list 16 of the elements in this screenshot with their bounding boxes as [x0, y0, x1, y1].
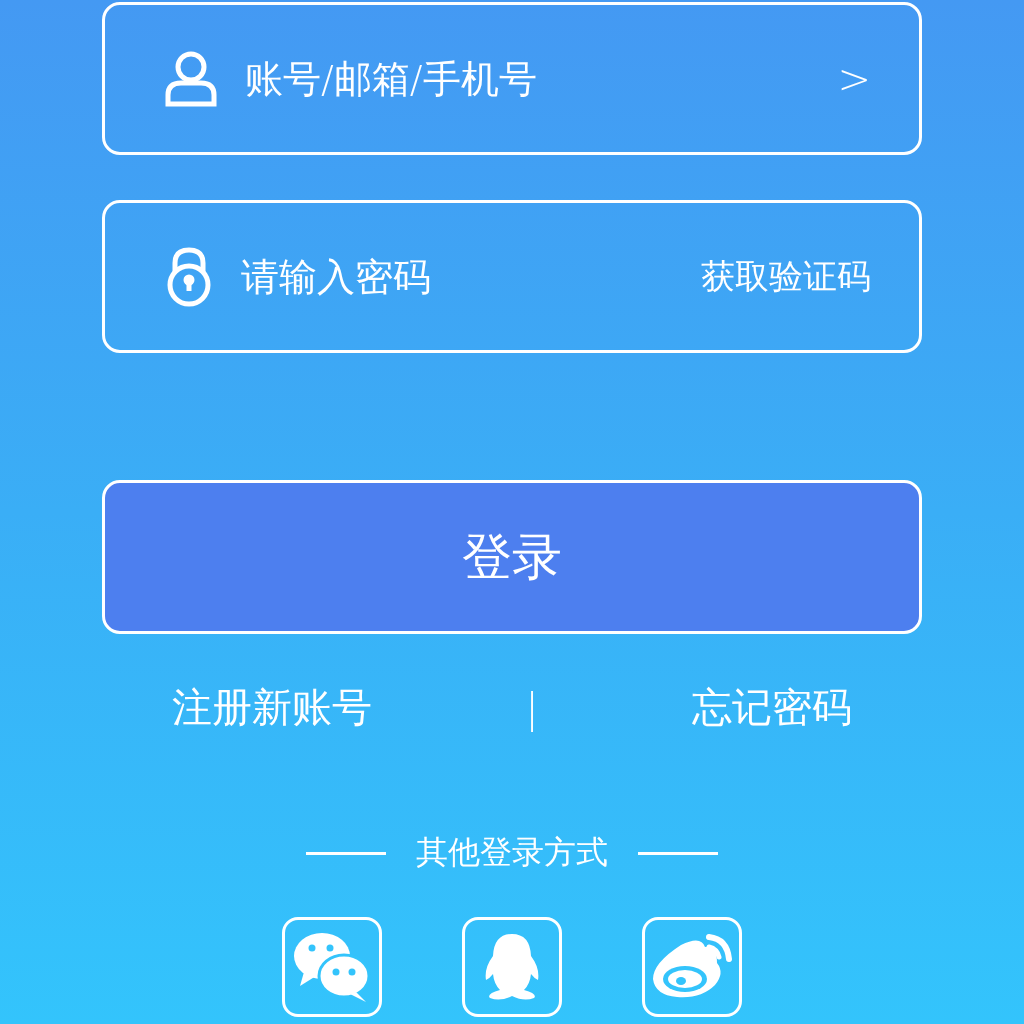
login-provider-button[interactable] [642, 917, 742, 1017]
other-login-title: 其他登录方式 [416, 832, 608, 873]
account-field[interactable]: 账号/邮箱/手机号 > [102, 2, 922, 155]
arrow-text: > [837, 55, 871, 102]
password-field[interactable]: 请输入密码 获取验证码 [102, 200, 922, 353]
login-provider-button[interactable] [462, 917, 562, 1017]
login-button[interactable]: 登录 [102, 480, 922, 634]
account-input[interactable]: 账号/邮箱/手机号 [243, 55, 812, 102]
account-link[interactable]: 注册新账号 [172, 680, 372, 735]
login-provider-button[interactable] [282, 917, 382, 1017]
password-input[interactable]: 请输入密码 [239, 253, 675, 300]
user-icon [165, 50, 217, 107]
account-link[interactable]: 忘记密码 [692, 680, 852, 735]
padlock-icon [165, 246, 213, 307]
get-code-link[interactable]: 获取验证码 [701, 253, 871, 300]
separator-text: | [525, 684, 539, 731]
